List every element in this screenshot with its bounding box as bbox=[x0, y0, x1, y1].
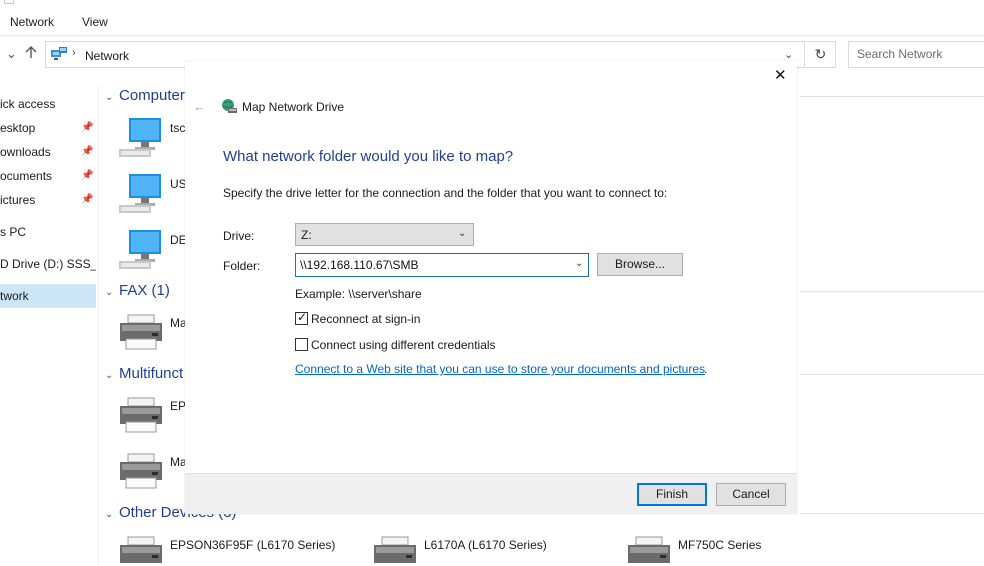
folder-combobox[interactable]: ⌄ bbox=[295, 253, 589, 277]
different-credentials-label[interactable]: Connect using different credentials bbox=[311, 338, 496, 352]
checkmark-icon: ✓ bbox=[297, 310, 308, 324]
pin-icon: 📌 bbox=[81, 170, 94, 181]
folder-example-text: Example: \\server\share bbox=[295, 287, 422, 301]
nav-item-documents[interactable]: ocuments 📌 bbox=[0, 164, 96, 188]
nav-item-downloads[interactable]: ownloads 📌 bbox=[0, 140, 96, 164]
ribbon-tab-view[interactable]: View bbox=[82, 15, 108, 29]
map-drive-icon bbox=[220, 97, 238, 118]
back-arrow-icon[interactable]: ← bbox=[193, 99, 206, 114]
list-item[interactable]: EP bbox=[170, 399, 186, 413]
browse-button[interactable]: Browse... bbox=[597, 253, 683, 276]
nav-item-pictures[interactable]: ictures 📌 bbox=[0, 188, 96, 212]
up-arrow-icon[interactable] bbox=[24, 45, 38, 62]
list-item[interactable]: MF750C Series bbox=[678, 538, 761, 552]
nav-item-dvd-drive[interactable]: D Drive (D:) SSS_X6 bbox=[0, 252, 96, 276]
link-period: . bbox=[704, 362, 708, 376]
pane-divider bbox=[98, 86, 99, 566]
web-site-link[interactable]: Connect to a Web site that you can use t… bbox=[295, 362, 705, 376]
dialog-heading: What network folder would you like to ma… bbox=[223, 148, 514, 165]
collapse-chevron-icon[interactable]: ⌄ bbox=[105, 370, 119, 381]
printer-icon bbox=[118, 313, 164, 354]
printer-icon bbox=[372, 535, 418, 566]
printer-icon bbox=[626, 535, 672, 566]
collapse-chevron-icon[interactable]: ⌄ bbox=[105, 287, 119, 298]
computer-icon bbox=[117, 228, 165, 275]
group-header-fax[interactable]: ⌄ FAX (1) bbox=[105, 282, 170, 299]
computer-icon bbox=[117, 116, 165, 163]
pin-icon: 📌 bbox=[81, 122, 94, 133]
address-dropdown-icon[interactable]: ⌄ bbox=[784, 48, 793, 61]
navigation-pane: ick access esktop 📌 ownloads 📌 ocuments 📌 i… bbox=[0, 86, 98, 566]
computer-icon bbox=[117, 172, 165, 219]
search-input[interactable] bbox=[849, 42, 979, 66]
network-icon bbox=[50, 46, 68, 65]
nav-item-this-pc[interactable]: s PC bbox=[0, 220, 96, 244]
collapse-chevron-icon[interactable]: ⌄ bbox=[105, 509, 119, 520]
drive-label: Drive: bbox=[223, 229, 255, 243]
group-header-multifunction[interactable]: ⌄ Multifunct bbox=[105, 365, 183, 382]
chevron-down-icon[interactable]: ⌄ bbox=[575, 258, 583, 269]
dialog-footer: Finish Cancel bbox=[185, 473, 797, 514]
search-box[interactable] bbox=[848, 41, 984, 68]
reconnect-label[interactable]: Reconnect at sign-in bbox=[311, 312, 420, 326]
breadcrumb-chevron-icon[interactable]: › bbox=[72, 47, 76, 59]
printer-icon bbox=[118, 535, 164, 566]
group-divider bbox=[800, 96, 984, 97]
reconnect-checkbox[interactable]: ✓ bbox=[295, 310, 308, 325]
recent-locations-chevron-icon[interactable]: ⌄ bbox=[6, 46, 17, 62]
list-item[interactable]: tsc bbox=[170, 121, 185, 135]
collapse-chevron-icon[interactable]: ⌄ bbox=[105, 92, 119, 103]
folder-input[interactable] bbox=[300, 257, 565, 273]
folder-label: Folder: bbox=[223, 259, 261, 273]
list-item[interactable]: EPSON36F95F (L6170 Series) bbox=[170, 538, 335, 552]
group-header-computer[interactable]: ⌄ Computer bbox=[105, 87, 185, 104]
group-divider bbox=[800, 513, 984, 514]
quick-access-toolbar-edge bbox=[4, 0, 14, 4]
cancel-button[interactable]: Cancel bbox=[716, 483, 786, 506]
refresh-icon: ↻ bbox=[814, 46, 827, 62]
nav-item-quick-access[interactable]: ick access bbox=[0, 92, 96, 116]
breadcrumb-network[interactable]: Network bbox=[85, 49, 129, 63]
different-credentials-checkbox[interactable] bbox=[295, 338, 308, 351]
map-network-drive-dialog: ✕ ← Map Network Drive What network folde… bbox=[185, 61, 797, 514]
refresh-button[interactable]: ↻ bbox=[806, 41, 836, 68]
nav-item-network[interactable]: twork bbox=[0, 284, 96, 308]
printer-icon bbox=[118, 396, 164, 437]
group-divider bbox=[800, 374, 984, 375]
group-divider bbox=[800, 291, 984, 292]
list-item[interactable]: L6170A (L6170 Series) bbox=[424, 538, 547, 552]
pin-icon: 📌 bbox=[81, 146, 94, 157]
ribbon-tabs: Network View bbox=[0, 0, 984, 36]
chevron-down-icon: ⌄ bbox=[458, 228, 467, 239]
dialog-instruction: Specify the drive letter for the connect… bbox=[223, 186, 668, 200]
printer-icon bbox=[118, 452, 164, 493]
drive-letter-value: Z: bbox=[301, 228, 312, 242]
drive-letter-select[interactable]: Z: ⌄ bbox=[295, 223, 474, 246]
finish-button[interactable]: Finish bbox=[637, 483, 707, 506]
nav-item-desktop[interactable]: esktop 📌 bbox=[0, 116, 96, 140]
pin-icon: 📌 bbox=[81, 194, 94, 205]
dialog-title: Map Network Drive bbox=[242, 100, 345, 114]
ribbon-tab-network[interactable]: Network bbox=[10, 15, 54, 29]
close-icon[interactable]: ✕ bbox=[774, 68, 787, 83]
